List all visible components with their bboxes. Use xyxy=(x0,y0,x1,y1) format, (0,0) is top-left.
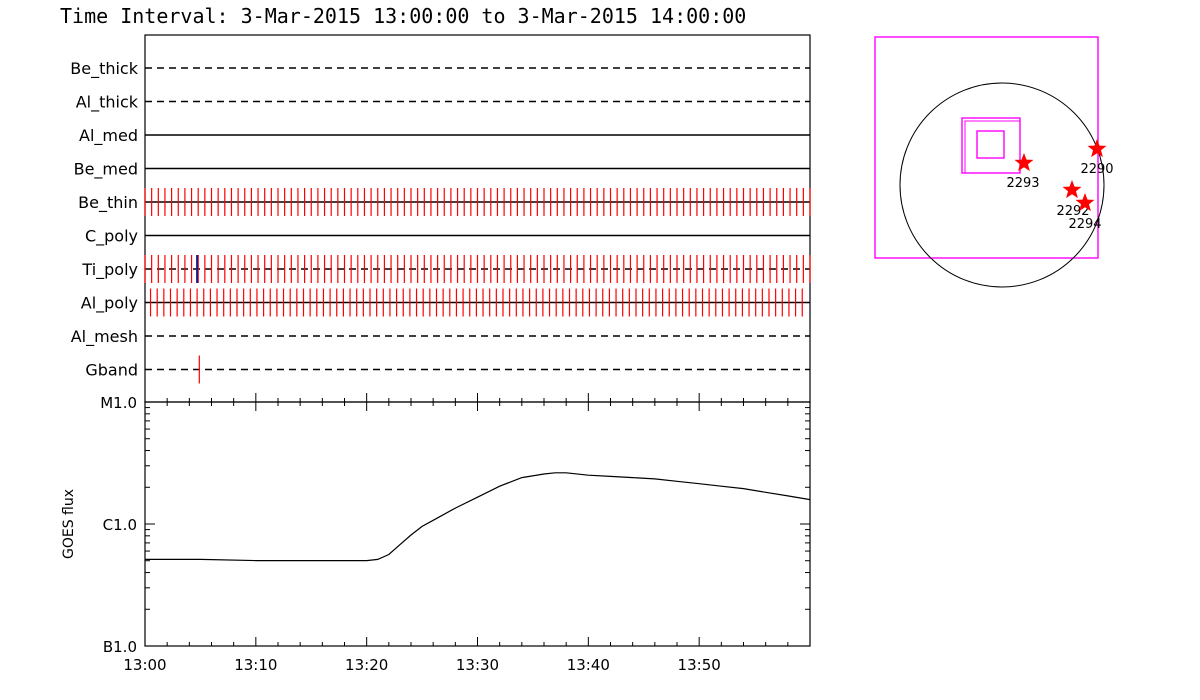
goes-flux-line xyxy=(145,472,811,562)
goes-flux-panel: 13:00 13:10 13:20 13:30 13:40 13:50 B1.0 C1.0 M1… xyxy=(61,393,811,674)
y-tick-label: C1.0 xyxy=(103,516,137,534)
y-tick-label: M1.0 xyxy=(100,394,137,412)
instrument-fov-outer xyxy=(961,117,1021,174)
goes-ticks: 13:00 13:10 13:20 13:30 13:40 13:50 B1.0 C1.0 M1… xyxy=(100,393,811,674)
figure-canvas: Time Interval: 3-Mar-2015 13:00:00 to 3-… xyxy=(60,4,1114,674)
channel-label-ti_poly: Ti_poly xyxy=(81,260,138,280)
channel-label-al_med: Al_med xyxy=(79,126,138,146)
active-region-star xyxy=(1087,139,1107,158)
channel-label-al_thick: Al_thick xyxy=(76,93,139,113)
x-tick-label: 13:30 xyxy=(456,656,499,674)
active-region-label: 2293 xyxy=(1006,176,1039,191)
channel-label-gband: Gband xyxy=(85,361,138,380)
x-tick-label: 13:20 xyxy=(345,656,388,674)
timeline-frame xyxy=(144,34,811,403)
time-interval-title: Time Interval: 3-Mar-2015 13:00:00 to 3-… xyxy=(60,4,746,28)
channel-label-c_poly: C_poly xyxy=(85,227,138,247)
x-tick-label: 13:50 xyxy=(678,656,721,674)
goes-y-axis-label: GOES flux xyxy=(61,489,77,559)
active-region-star xyxy=(1014,153,1034,172)
channel-label-al_poly: Al_poly xyxy=(81,294,138,314)
x-tick-label: 13:40 xyxy=(567,656,610,674)
active-region-label: 2290 xyxy=(1080,162,1113,177)
y-tick-label: B1.0 xyxy=(103,638,137,656)
solar-context-map: 2293229022922294 xyxy=(874,36,1114,288)
active-region-label: 2294 xyxy=(1068,217,1101,232)
instrument-fov-mid xyxy=(964,120,1021,174)
channel-timeline-panel: Be_thick Al_thick Al_med Be_med Be_thin C_pol… xyxy=(70,34,811,403)
instrument-fov-inner xyxy=(976,130,1005,159)
goes-frame xyxy=(144,401,811,647)
x-tick-label: 13:10 xyxy=(234,656,277,674)
x-tick-label: 13:00 xyxy=(123,656,166,674)
channel-rows: Be_thick Al_thick Al_med Be_med Be_thin C_pol… xyxy=(70,59,811,384)
channel-label-al_mesh: Al_mesh xyxy=(71,327,138,347)
channel-label-be_thick: Be_thick xyxy=(70,59,138,79)
channel-label-be_med: Be_med xyxy=(74,160,138,180)
channel-label-be_thin: Be_thin xyxy=(78,193,138,213)
active-region-star xyxy=(1062,180,1082,199)
